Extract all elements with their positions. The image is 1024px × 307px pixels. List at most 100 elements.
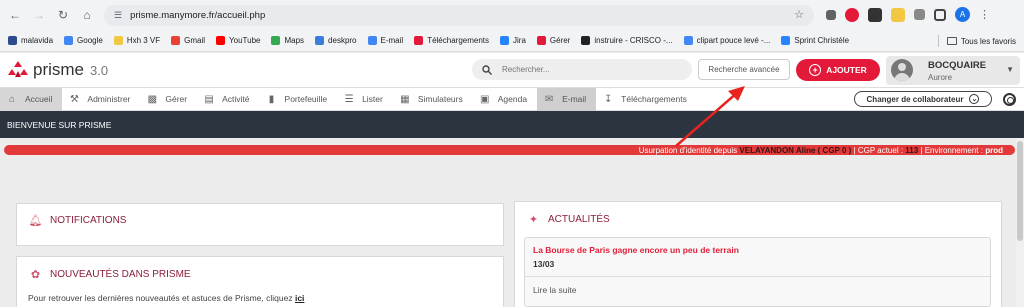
whats-new-text: Pour retrouver les dernières nouveautés … (28, 293, 304, 303)
extension-list-icon[interactable] (826, 9, 836, 20)
nav-item-calculator[interactable]: ▦ Simulateurs (393, 88, 473, 111)
browser-menu-icon[interactable]: ⋮ (979, 8, 990, 21)
nav-item-label: Accueil (25, 94, 53, 104)
bookmark-label: deskpro (328, 36, 357, 45)
actualite-card[interactable]: La Bourse de Paris gagne encore un peu d… (524, 237, 991, 307)
search-box (472, 59, 692, 80)
bookmark-label: Gérer (549, 36, 571, 45)
bookmark-item[interactable]: clipart pouce levé -... (683, 36, 770, 45)
whats-new-body: Pour retrouver les dernières nouveautés … (28, 293, 293, 303)
bookmark-item[interactable]: Hxh 3 VF (113, 36, 160, 45)
search-input[interactable] (502, 65, 682, 74)
actualite-headline[interactable]: La Bourse de Paris gagne encore un peu d… (533, 245, 739, 255)
prisme-logo-icon (8, 61, 28, 77)
browser-toolbar: ← → ↻ ⌂ ☰ prisme.manymore.fr/accueil.php… (0, 0, 1024, 30)
nav-item-calendar[interactable]: ▣ Agenda (473, 88, 537, 111)
nav-item-home[interactable]: ⌂ Accueil (0, 87, 63, 111)
change-collaborator-button[interactable]: Changer de collaborateur ⌄ (854, 91, 992, 107)
bookmark-label: Jira (513, 36, 526, 45)
nav-item-label: Activité (222, 94, 250, 104)
whats-new-link[interactable]: ici (295, 293, 304, 303)
bookmark-item[interactable]: instruire - CRISCO -... (581, 36, 673, 45)
notifications-panel: 🔔︎ NOTIFICATIONS (16, 203, 504, 246)
nav-item-email[interactable]: ✉ E-mail (537, 87, 597, 111)
bookmark-star-icon[interactable]: ☆ (794, 8, 804, 21)
bookmark-favicon-icon (367, 36, 377, 45)
folder-icon (946, 37, 957, 45)
bookmark-label: Gmail (184, 36, 206, 45)
user-firstname: Aurore (928, 73, 953, 82)
sidepanel-icon[interactable] (934, 8, 946, 21)
bell-icon: 🔔︎ (28, 215, 43, 227)
bookmark-item[interactable]: E-mail (367, 36, 404, 45)
nav-item-label: Portefeuille (284, 94, 328, 104)
bookmark-item[interactable]: Sprint Christèle (781, 36, 849, 45)
home-browser-icon[interactable]: ⌂ (78, 6, 96, 24)
bookmark-favicon-icon (64, 36, 74, 45)
nav-item-download[interactable]: ↧ Téléchargements (596, 88, 697, 111)
add-button-label: AJOUTER (826, 65, 867, 75)
bookmark-favicon-icon (8, 36, 17, 45)
main-nav: ⌂ Accueil ⚒ Administrer ▩ Gérer ▤ Activité ▮ Port… (0, 87, 1024, 111)
welcome-band: BIENVENUE SUR PRISME (0, 111, 1024, 138)
extension-red-icon[interactable] (845, 7, 859, 22)
bookmark-separator (937, 35, 939, 47)
extensions-area: A ⋮ (826, 7, 990, 22)
bookmark-item[interactable]: Google (64, 36, 103, 45)
advanced-search-button[interactable]: Recherche avancée (698, 59, 790, 80)
bookmark-favicon-icon (171, 36, 181, 45)
bookmark-item[interactable]: YouTube (216, 36, 260, 45)
bookmark-item[interactable]: Maps (271, 36, 304, 45)
lifebuoy-icon[interactable] (1003, 93, 1016, 106)
all-bookmarks[interactable]: Tous les favoris (937, 35, 1016, 47)
user-menu[interactable]: BOCQUAIRE Aurore ▼ (886, 56, 1020, 85)
profile-avatar[interactable]: A (955, 7, 970, 22)
nav-item-briefcase[interactable]: ▩ Gérer (140, 88, 197, 111)
extension-dark-icon[interactable] (868, 7, 882, 22)
reload-icon[interactable]: ↻ (54, 6, 72, 24)
bookmark-item[interactable]: Téléchargements (414, 36, 489, 45)
briefcase-icon: ▩ (147, 93, 158, 105)
bookmark-item[interactable]: Jira (500, 36, 526, 45)
molecule-icon: ✿ (30, 269, 41, 281)
user-avatar-icon (891, 59, 913, 81)
bookmark-favicon-icon (536, 36, 546, 45)
site-info-icon[interactable]: ☰ (114, 10, 122, 21)
search-icon (482, 64, 492, 75)
extensions-puzzle-icon[interactable] (914, 9, 925, 20)
nav-item-label: Gérer (165, 94, 188, 104)
page-scrollbar[interactable] (1016, 138, 1024, 307)
actualite-divider (525, 276, 990, 277)
actualites-title: ACTUALITÉS (548, 214, 610, 225)
calculator-icon: ▦ (400, 93, 410, 105)
address-bar[interactable]: ☰ prisme.manymore.fr/accueil.php ☆ (104, 5, 814, 26)
prisme-logo[interactable]: prisme 3.0 (8, 60, 108, 80)
nav-item-list[interactable]: ☰ Lister (337, 88, 393, 111)
add-button[interactable]: + AJOUTER (796, 59, 880, 81)
bookmark-item[interactable]: Gérer (536, 36, 571, 45)
actualite-read-more[interactable]: Lire la suite (533, 285, 576, 295)
nav-item-chart[interactable]: ▮ Portefeuille (260, 88, 338, 111)
bookmark-label: Téléchargements (427, 36, 489, 45)
nav-item-tools[interactable]: ⚒ Administrer (62, 88, 140, 111)
bookmark-favicon-icon (500, 36, 509, 45)
notifications-title: NOTIFICATIONS (50, 215, 127, 226)
list-icon: ☰ (344, 93, 354, 105)
bookmark-item[interactable]: malavida (8, 36, 53, 45)
nav-item-label: Lister (362, 94, 383, 104)
logo-text: prisme (33, 60, 85, 79)
extension-yellow-icon[interactable] (891, 7, 905, 22)
bookmark-favicon-icon (271, 36, 281, 45)
back-icon[interactable]: ← (6, 6, 24, 24)
bookmark-label: E-mail (380, 36, 404, 45)
actualite-date: 13/03 (533, 259, 555, 269)
nav-item-label: Administrer (87, 94, 131, 104)
bookmark-item[interactable]: Gmail (171, 36, 205, 45)
nav-item-label: E-mail (562, 94, 587, 104)
nav-item-label: Agenda (497, 94, 528, 104)
forward-icon[interactable]: → (30, 6, 48, 24)
nav-item-activity[interactable]: ▤ Activité (197, 88, 259, 111)
scrollbar-thumb[interactable] (1017, 141, 1023, 241)
bookmark-item[interactable]: deskpro (315, 36, 357, 45)
plus-icon: + (809, 64, 822, 76)
